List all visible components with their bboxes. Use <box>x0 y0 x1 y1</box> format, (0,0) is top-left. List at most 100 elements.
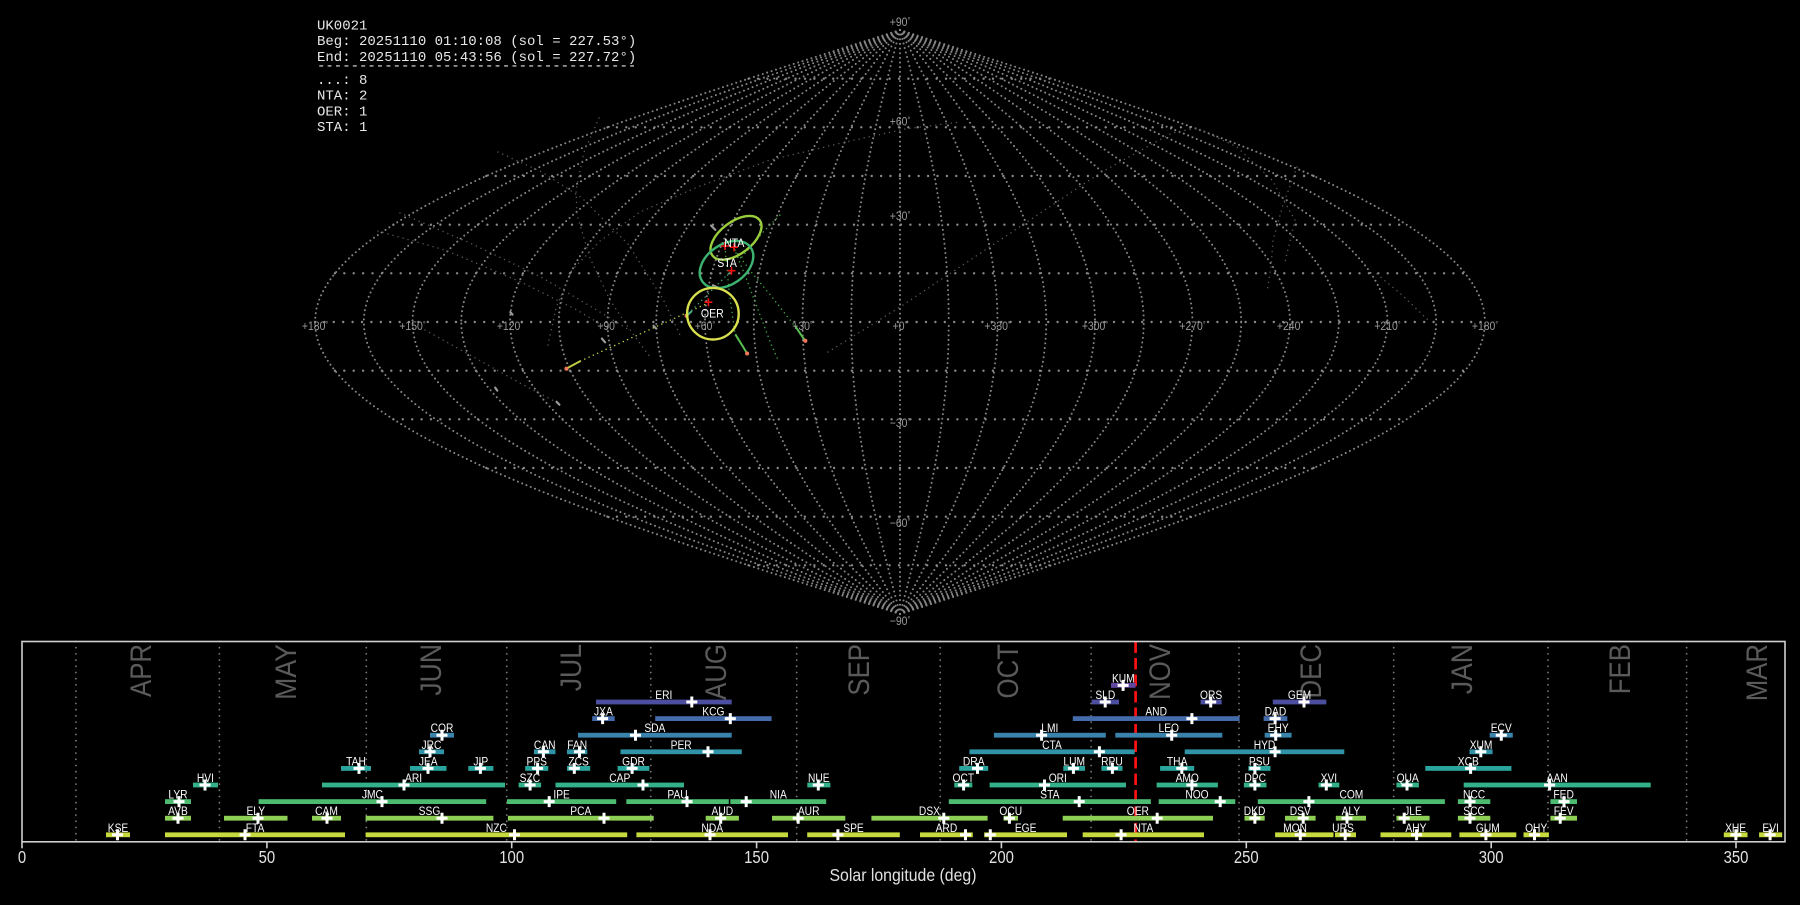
svg-text:OCU: OCU <box>999 805 1022 818</box>
svg-text:XUM: XUM <box>1470 739 1493 752</box>
svg-text:PSU: PSU <box>1249 756 1270 769</box>
svg-text:+120°: +120° <box>497 320 523 334</box>
svg-text:+330°: +330° <box>984 320 1010 334</box>
svg-text:DSX: DSX <box>919 805 940 818</box>
svg-text:CTA: CTA <box>1042 739 1062 752</box>
svg-text:NTA: 2: NTA: 2 <box>317 89 367 105</box>
svg-text:AUD: AUD <box>712 805 734 818</box>
svg-text:AAN: AAN <box>1547 772 1568 785</box>
svg-text:STA: STA <box>717 257 737 270</box>
svg-text:ERI: ERI <box>655 689 672 702</box>
svg-text:DKD: DKD <box>1244 805 1266 818</box>
svg-text:EVI: EVI <box>1762 822 1779 835</box>
svg-text:+60°: +60° <box>890 115 910 129</box>
svg-text:+150°: +150° <box>399 320 425 334</box>
svg-text:JUL: JUL <box>555 644 588 691</box>
svg-text:SLD: SLD <box>1095 689 1115 702</box>
svg-text:PER: PER <box>671 739 692 752</box>
svg-text:ALY: ALY <box>1342 805 1361 818</box>
svg-text:OER: OER <box>1127 805 1149 818</box>
svg-text:DSV: DSV <box>1290 805 1311 818</box>
svg-text:+240°: +240° <box>1277 320 1303 334</box>
svg-text:FEB: FEB <box>1604 644 1637 694</box>
svg-text:...: 8: ...: 8 <box>317 73 367 89</box>
svg-text:AUG: AUG <box>700 644 733 700</box>
svg-text:DRA: DRA <box>963 756 985 769</box>
svg-text:LMI: LMI <box>1041 722 1058 735</box>
svg-text:NZC: NZC <box>486 822 507 835</box>
svg-text:CAP: CAP <box>609 772 630 785</box>
svg-text:100: 100 <box>499 848 524 867</box>
svg-text:EGE: EGE <box>1015 822 1037 835</box>
svg-text:COM: COM <box>1339 789 1363 802</box>
svg-text:APR: APR <box>125 644 158 697</box>
svg-text:EHY: EHY <box>1268 722 1289 735</box>
svg-text:ECV: ECV <box>1491 722 1512 735</box>
svg-text:OER: 1: OER: 1 <box>317 104 367 120</box>
svg-text:+270°: +270° <box>1179 320 1205 334</box>
svg-text:PCA: PCA <box>570 805 591 818</box>
svg-text:JXA: JXA <box>594 706 613 719</box>
svg-text:−90°: −90° <box>890 615 910 629</box>
svg-text:THA: THA <box>1167 756 1188 769</box>
svg-text:+30°: +30° <box>792 320 812 334</box>
svg-text:FTA: FTA <box>246 822 265 835</box>
svg-text:250: 250 <box>1234 848 1259 867</box>
svg-text:SPE: SPE <box>843 822 864 835</box>
svg-text:SCC: SCC <box>1463 805 1485 818</box>
svg-text:OHY: OHY <box>1525 822 1548 835</box>
svg-text:JUN: JUN <box>415 644 448 696</box>
svg-text:ARD: ARD <box>936 822 958 835</box>
svg-text:ELY: ELY <box>246 805 265 818</box>
svg-text:200: 200 <box>989 848 1014 867</box>
svg-text:KSE: KSE <box>108 822 129 835</box>
svg-text:+90°: +90° <box>890 16 910 30</box>
svg-text:QUA: QUA <box>1397 772 1420 785</box>
svg-text:ARI: ARI <box>405 772 422 785</box>
svg-text:COR: COR <box>431 722 454 735</box>
svg-text:GEM: GEM <box>1288 689 1311 702</box>
svg-text:LYR: LYR <box>168 789 187 802</box>
svg-text:+180°: +180° <box>1472 320 1498 334</box>
svg-text:+210°: +210° <box>1374 320 1400 334</box>
svg-text:NUE: NUE <box>808 772 830 785</box>
svg-text:FAN: FAN <box>567 739 587 752</box>
svg-text:HYD: HYD <box>1254 739 1276 752</box>
svg-text:−30°: −30° <box>890 417 910 431</box>
svg-text:OCT: OCT <box>953 772 975 785</box>
svg-text:GUM: GUM <box>1476 822 1500 835</box>
svg-text:JIP: JIP <box>473 756 488 769</box>
svg-text:NIA: NIA <box>770 789 788 802</box>
svg-text:NTA: NTA <box>1133 822 1153 835</box>
svg-text:PPS: PPS <box>527 756 547 769</box>
svg-text:JRC: JRC <box>422 739 442 752</box>
svg-text:MAR: MAR <box>1741 644 1774 701</box>
svg-text:ZCS: ZCS <box>568 756 588 769</box>
svg-text:+300°: +300° <box>1082 320 1108 334</box>
svg-text:AVB: AVB <box>168 805 188 818</box>
svg-text:NCC: NCC <box>1463 789 1485 802</box>
svg-text:JEA: JEA <box>419 756 438 769</box>
svg-text:−60°: −60° <box>890 517 910 531</box>
svg-text:FED: FED <box>1553 789 1573 802</box>
svg-text:OCT: OCT <box>992 644 1025 699</box>
svg-text:Solar longitude (deg): Solar longitude (deg) <box>830 865 977 885</box>
svg-text:ORI: ORI <box>1049 772 1067 785</box>
svg-text:KCG: KCG <box>702 706 724 719</box>
svg-text:UK0021: UK0021 <box>317 19 367 35</box>
svg-text:KUM: KUM <box>1112 673 1135 686</box>
svg-text:NDA: NDA <box>701 822 723 835</box>
svg-text:50: 50 <box>259 848 276 867</box>
svg-text:XCB: XCB <box>1458 756 1479 769</box>
svg-text:NOO: NOO <box>1185 789 1209 802</box>
svg-text:NTA: NTA <box>724 238 745 251</box>
svg-text:XHE: XHE <box>1725 822 1746 835</box>
svg-text:SSG: SSG <box>419 805 441 818</box>
svg-text:AHY: AHY <box>1405 822 1426 835</box>
svg-text:AND: AND <box>1145 706 1167 719</box>
svg-text:GDR: GDR <box>622 756 645 769</box>
svg-text:AUR: AUR <box>798 805 820 818</box>
svg-text:ORS: ORS <box>1200 689 1222 702</box>
svg-text:IPE: IPE <box>553 789 570 802</box>
svg-text:MAY: MAY <box>270 644 303 700</box>
